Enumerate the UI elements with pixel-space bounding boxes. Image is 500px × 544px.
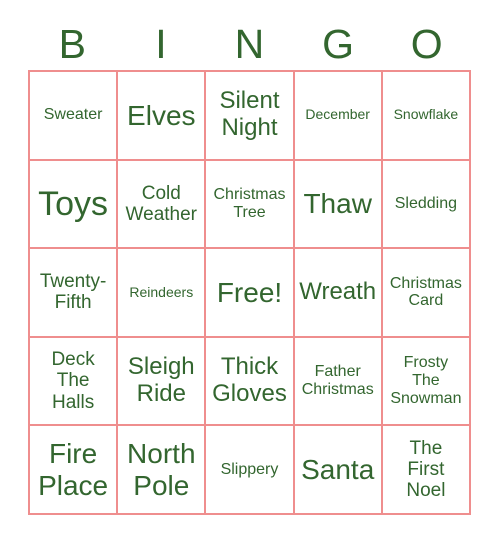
bingo-cell-r5c5[interactable]: The First Noel	[382, 426, 471, 515]
bingo-cell-r4c4[interactable]: Father Christmas	[294, 337, 383, 427]
bingo-cell-r3c2[interactable]: Reindeers	[118, 249, 207, 338]
bingo-cell-label: Thick Gloves	[212, 353, 287, 408]
bingo-cell-r4c5[interactable]: Frosty The Snowman	[382, 337, 471, 427]
bingo-cell-label: Deck The Halls	[51, 349, 95, 413]
bingo-header-letter-b: B	[58, 20, 86, 67]
bingo-cell-r2c1[interactable]: Toys	[30, 160, 119, 250]
bingo-cell-free-space[interactable]: Free!	[206, 249, 295, 338]
bingo-cell-r2c3[interactable]: Christmas Tree	[206, 160, 295, 250]
bingo-cell-r1c5[interactable]: Snowflake	[382, 72, 471, 161]
bingo-cell-label: North Pole	[127, 438, 196, 501]
bingo-cell-label: Silent Night	[219, 87, 280, 142]
bingo-cell-r4c3[interactable]: Thick Gloves	[206, 337, 295, 427]
bingo-cell-label: Elves	[127, 99, 196, 131]
bingo-cell-label: Wreath	[299, 278, 377, 306]
bingo-cell-r1c4[interactable]: December	[294, 72, 383, 161]
bingo-cell-label: Santa	[301, 454, 375, 485]
bingo-free-space-label: Free!	[216, 276, 283, 308]
bingo-cell-label: Snowflake	[393, 106, 459, 123]
bingo-cell-label: Cold Weather	[125, 182, 198, 225]
bingo-cell-r3c4[interactable]: Wreath	[294, 249, 383, 338]
bingo-cell-r3c1[interactable]: Twenty- Fifth	[30, 249, 119, 338]
bingo-cell-r4c2[interactable]: Sleigh Ride	[118, 337, 207, 427]
bingo-cell-r2c5[interactable]: Sledding	[382, 160, 471, 250]
bingo-cell-label: The First Noel	[406, 437, 446, 502]
bingo-cell-r5c4[interactable]: Santa	[294, 426, 383, 515]
bingo-cell-label: Sweater	[43, 106, 103, 124]
bingo-cell-label: Slippery	[220, 460, 279, 478]
bingo-cell-label: Twenty- Fifth	[39, 271, 107, 314]
bingo-card: B I N G O Sweater Elves Silent Night Dec…	[0, 0, 500, 544]
bingo-cell-label: Reindeers	[129, 283, 194, 300]
bingo-grid: Sweater Elves Silent Night December Snow…	[28, 70, 471, 515]
bingo-cell-label: Toys	[38, 184, 109, 223]
bingo-header-row: B I N G O	[28, 18, 471, 70]
bingo-cell-label: Fire Place	[38, 438, 109, 501]
bingo-cell-r2c4[interactable]: Thaw	[294, 160, 383, 250]
bingo-cell-r1c1[interactable]: Sweater	[30, 72, 119, 161]
bingo-header-letter-n: N	[234, 20, 265, 67]
bingo-cell-label: Sleigh Ride	[127, 353, 195, 408]
bingo-cell-r3c5[interactable]: Christmas Card	[382, 249, 471, 338]
bingo-cell-label: Sledding	[394, 194, 458, 212]
bingo-cell-label: Thaw	[303, 188, 372, 220]
bingo-cell-label: Christmas Tree	[213, 185, 286, 221]
bingo-cell-r1c3[interactable]: Silent Night	[206, 72, 295, 161]
bingo-cell-label: Frosty The Snowman	[390, 354, 462, 408]
bingo-header-letter-g: G	[322, 20, 355, 67]
bingo-cell-label: Christmas Card	[389, 274, 462, 310]
bingo-cell-r5c1[interactable]: Fire Place	[30, 426, 119, 515]
bingo-header-letter-i: I	[155, 20, 167, 67]
bingo-cell-r1c2[interactable]: Elves	[118, 72, 207, 161]
bingo-cell-r2c2[interactable]: Cold Weather	[118, 160, 207, 250]
bingo-cell-label: Father Christmas	[301, 363, 374, 399]
bingo-cell-r5c2[interactable]: North Pole	[118, 426, 207, 515]
bingo-cell-r5c3[interactable]: Slippery	[206, 426, 295, 515]
bingo-cell-r4c1[interactable]: Deck The Halls	[30, 337, 119, 427]
bingo-header-letter-o: O	[410, 20, 443, 67]
bingo-cell-label: December	[305, 106, 370, 123]
